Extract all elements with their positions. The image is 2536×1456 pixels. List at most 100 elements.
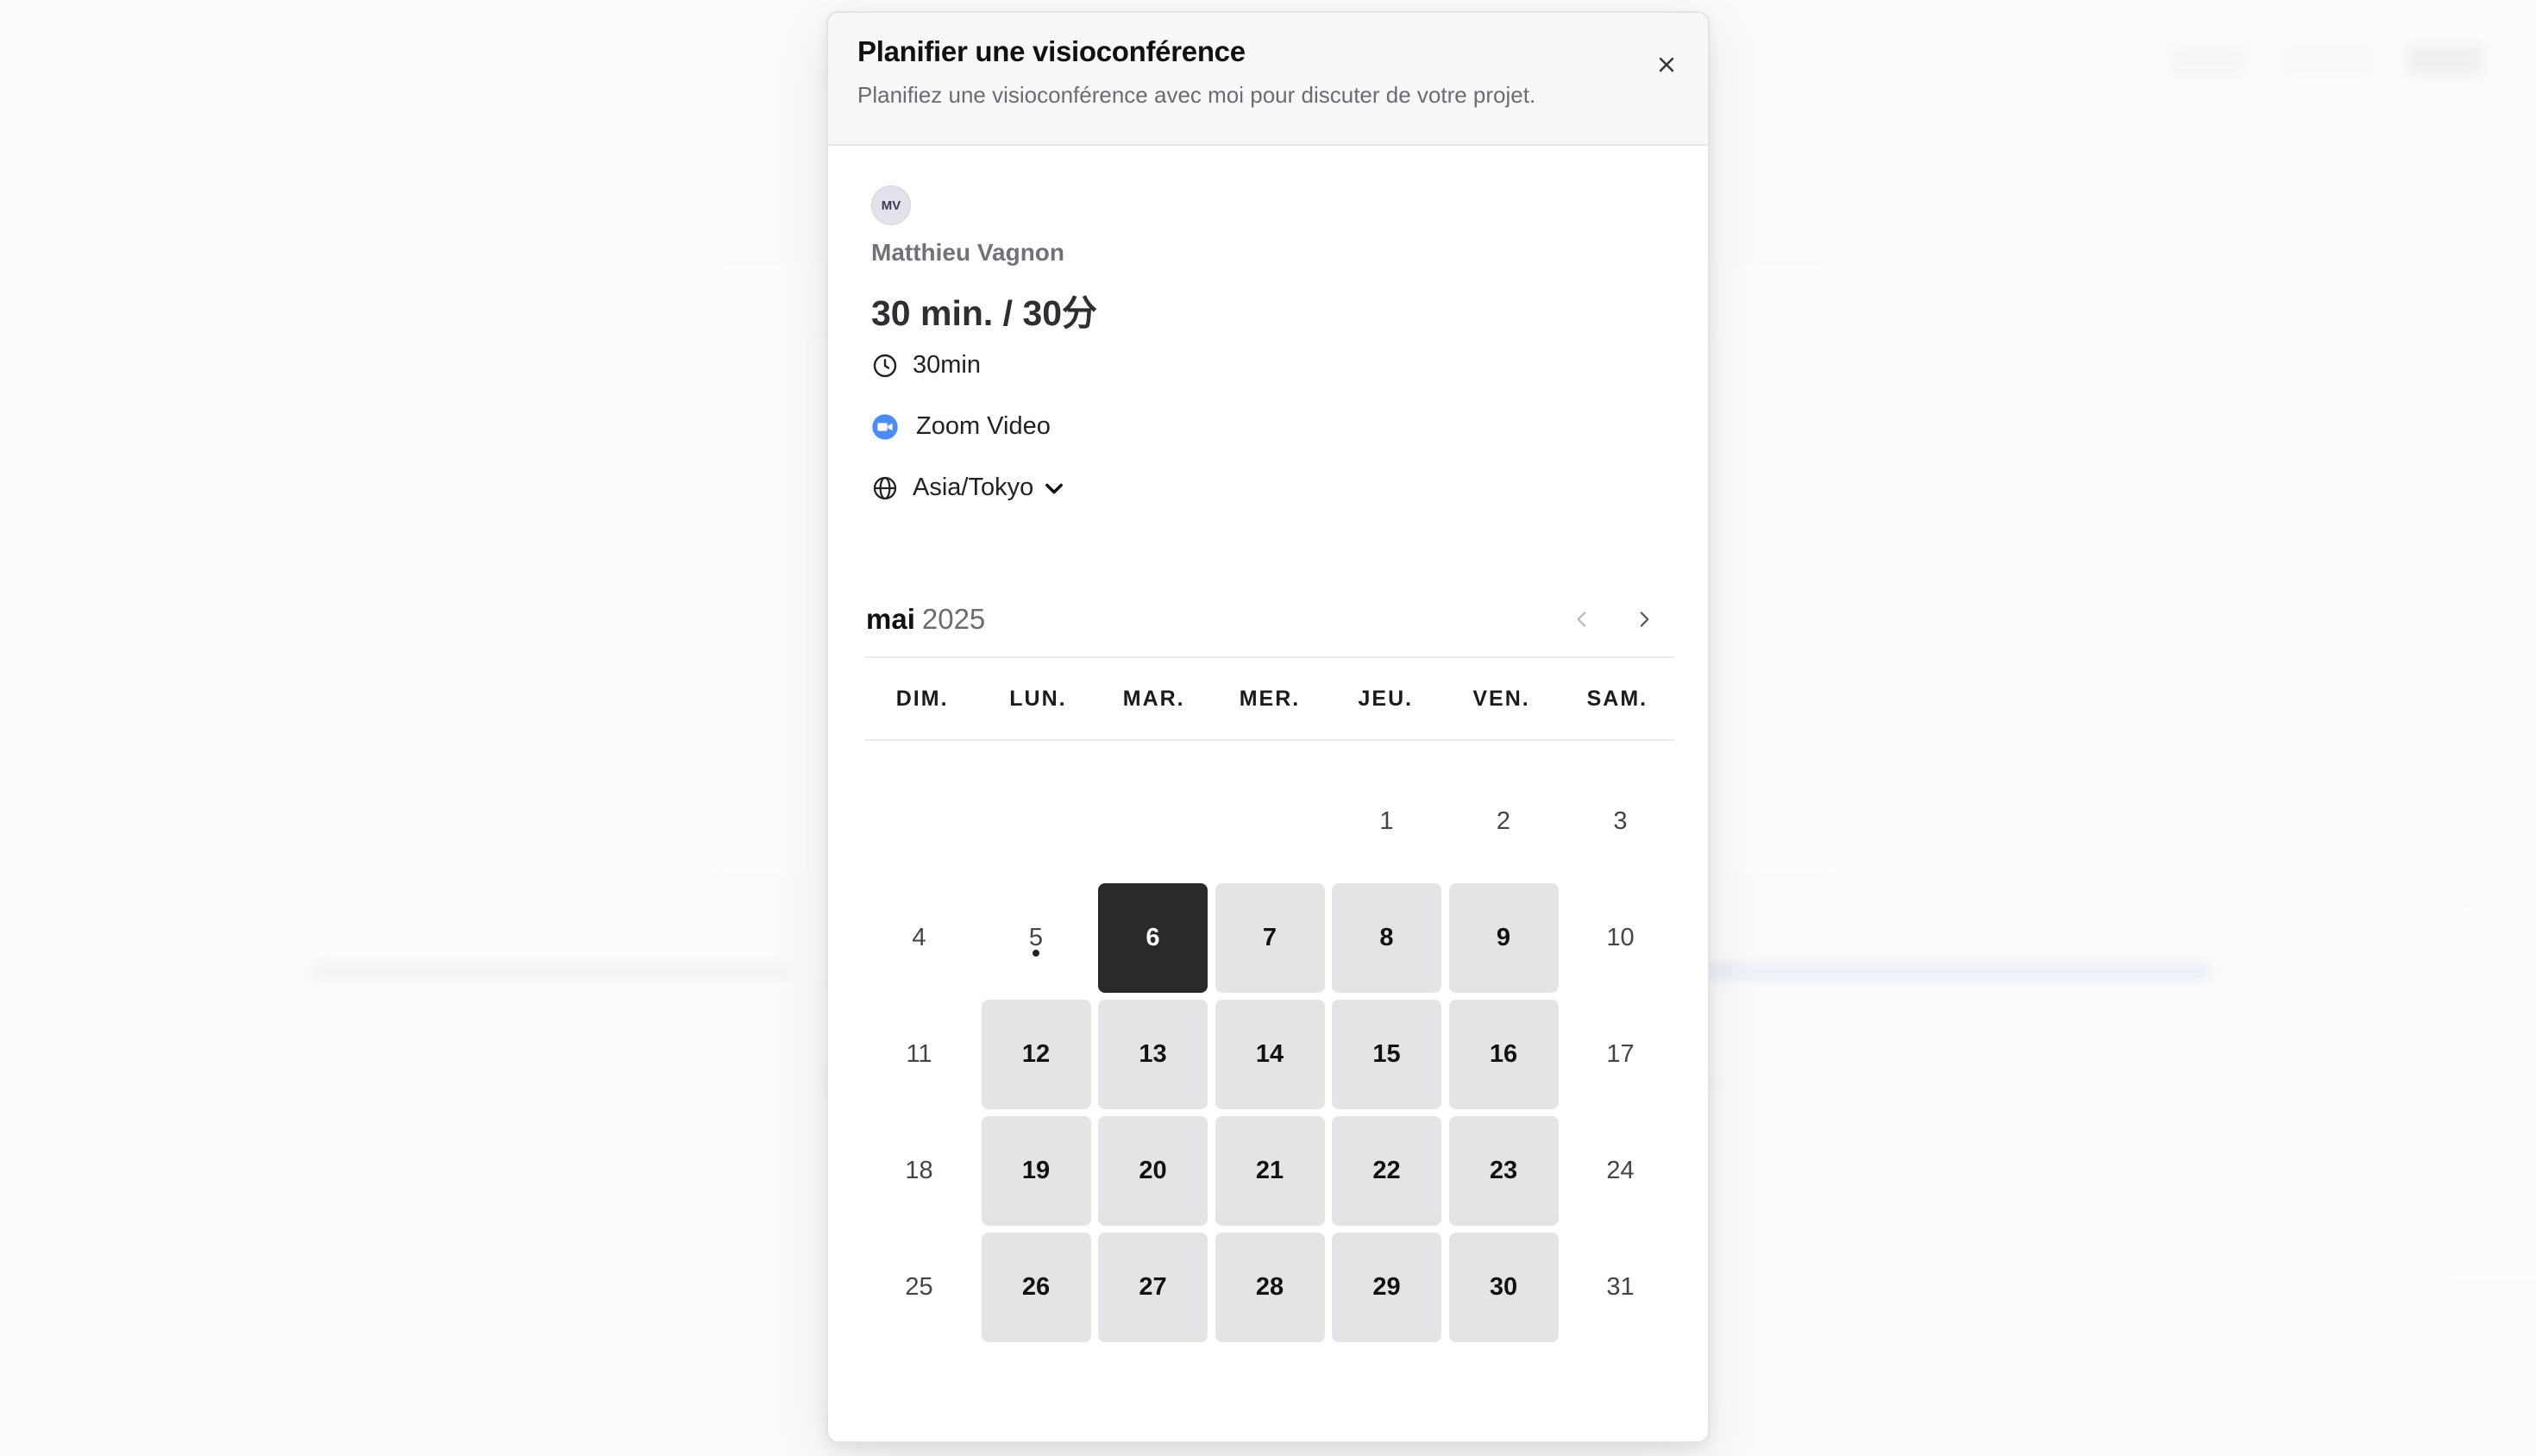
day-number: 4 — [912, 924, 926, 951]
selected-day-cell[interactable]: 6 — [1098, 883, 1208, 993]
month-label: mai — [866, 603, 915, 635]
month-year: mai 2025 — [866, 603, 985, 636]
day-number: 30 — [1489, 1273, 1518, 1301]
unavailable-day-cell: 17 — [1566, 1000, 1675, 1109]
day-number: 25 — [905, 1273, 933, 1301]
day-number: 22 — [1372, 1157, 1401, 1184]
unavailable-day-cell: 18 — [864, 1116, 974, 1226]
day-number: 29 — [1372, 1273, 1401, 1301]
day-number: 3 — [1613, 807, 1628, 835]
modal-subtitle: Planifiez une visioconférence avec moi p… — [857, 82, 1536, 108]
available-day-cell[interactable]: 30 — [1448, 1233, 1559, 1342]
available-day-cell[interactable]: 15 — [1332, 1000, 1441, 1109]
day-number: 7 — [1262, 924, 1277, 951]
unavailable-day-cell: 4 — [864, 883, 974, 993]
weekday-label: JEU. — [1358, 686, 1414, 711]
day-number: 12 — [1021, 1040, 1051, 1068]
day-number: 16 — [1489, 1040, 1518, 1068]
available-day-cell[interactable]: 8 — [1332, 883, 1441, 993]
day-number: 27 — [1139, 1273, 1167, 1301]
available-day-cell[interactable]: 23 — [1448, 1116, 1559, 1226]
available-day-cell[interactable]: 28 — [1215, 1233, 1325, 1342]
host-name: Matthieu Vagnon — [871, 239, 1064, 266]
available-day-cell[interactable]: 14 — [1215, 1000, 1325, 1109]
schedule-modal: Planifier une visioconférence Planifiez … — [826, 11, 1710, 1443]
day-number: 17 — [1606, 1040, 1635, 1068]
next-month-button[interactable] — [1630, 606, 1658, 633]
day-number: 1 — [1379, 807, 1394, 835]
available-day-cell[interactable]: 7 — [1215, 883, 1325, 993]
modal-title: Planifier une visioconférence — [857, 35, 1246, 67]
unavailable-day-cell: 10 — [1566, 883, 1675, 993]
previous-month-button[interactable] — [1568, 606, 1596, 633]
day-number: 13 — [1139, 1040, 1167, 1068]
unavailable-day-cell: 2 — [1449, 767, 1559, 876]
weekday-label: VEN. — [1472, 686, 1530, 711]
available-day-cell[interactable]: 22 — [1332, 1116, 1441, 1226]
available-day-cell[interactable]: 21 — [1215, 1116, 1325, 1226]
calendar: mai 2025 DIM. LUN. MAR. MER. JEU. VEN. SAM. 123… — [864, 582, 1675, 1342]
chevron-right-icon — [1640, 612, 1649, 627]
day-number: 6 — [1146, 924, 1160, 951]
location-row: Zoom Video — [871, 412, 1097, 441]
year-label: 2025 — [921, 603, 986, 635]
unavailable-day-cell: 11 — [864, 1000, 974, 1109]
available-day-cell[interactable]: 27 — [1098, 1233, 1208, 1342]
event-title: 30 min. / 30分 — [871, 293, 1098, 333]
day-number: 20 — [1139, 1157, 1167, 1184]
calendar-header: mai 2025 — [864, 582, 1675, 658]
day-number: 10 — [1606, 924, 1635, 951]
close-icon — [1659, 57, 1674, 72]
available-day-cell[interactable]: 9 — [1448, 883, 1559, 993]
day-number: 21 — [1255, 1157, 1284, 1184]
avatar: MV — [871, 185, 911, 225]
available-day-cell[interactable]: 13 — [1098, 1000, 1208, 1109]
available-day-cell[interactable]: 29 — [1332, 1233, 1441, 1342]
available-day-cell[interactable]: 19 — [981, 1116, 1091, 1226]
day-number: 15 — [1372, 1040, 1401, 1068]
modal-header: Planifier une visioconférence Planifiez … — [828, 13, 1708, 146]
available-day-cell[interactable]: 20 — [1098, 1116, 1208, 1226]
available-day-cell[interactable]: 12 — [981, 1000, 1091, 1109]
unavailable-day-cell: 3 — [1566, 767, 1675, 876]
chevron-down-icon — [1042, 476, 1066, 500]
month-navigation — [1568, 606, 1658, 633]
weekday-label: MAR. — [1122, 686, 1185, 711]
weekday-header: DIM. LUN. MAR. MER. JEU. VEN. SAM. — [864, 658, 1675, 741]
day-number: 26 — [1021, 1273, 1051, 1301]
weekday-label: DIM. — [895, 686, 949, 711]
unavailable-day-cell: 5 — [982, 883, 1091, 993]
available-day-cell[interactable]: 26 — [981, 1233, 1091, 1342]
day-grid: 1 2 3 4 5 6 7 8 9 10 11 12 13 14 15 16 17 18 19 20 21 22 23 24 2… — [864, 767, 1675, 1342]
day-number: 2 — [1496, 807, 1511, 835]
clock-icon — [871, 352, 899, 380]
day-number: 11 — [906, 1040, 932, 1068]
day-number: 18 — [905, 1157, 933, 1184]
zoom-video-icon — [871, 413, 899, 441]
day-number: 24 — [1606, 1157, 1635, 1184]
day-number: 5 — [1028, 924, 1044, 951]
timezone-selector[interactable]: Asia/Tokyo — [871, 474, 1097, 502]
event-profile: MV Matthieu Vagnon 30 min. / 30分 30min Z… — [871, 185, 1097, 502]
weekday-label: LUN. — [1009, 686, 1067, 711]
day-number: 9 — [1496, 924, 1511, 951]
location-label: Zoom Video — [916, 412, 1051, 440]
day-number: 23 — [1489, 1157, 1518, 1184]
unavailable-day-cell: 31 — [1566, 1233, 1675, 1342]
day-number: 8 — [1379, 924, 1394, 951]
today-indicator — [1033, 950, 1039, 957]
globe-icon — [871, 474, 899, 502]
duration-label: 30min — [913, 351, 981, 379]
weekday-label: MER. — [1239, 686, 1301, 711]
day-number: 14 — [1255, 1040, 1284, 1068]
chevron-left-icon — [1577, 612, 1586, 627]
unavailable-day-cell: 25 — [864, 1233, 974, 1342]
close-button[interactable] — [1651, 49, 1682, 80]
day-number: 31 — [1606, 1273, 1635, 1301]
available-day-cell[interactable]: 16 — [1448, 1000, 1559, 1109]
day-number: 28 — [1255, 1273, 1284, 1301]
unavailable-day-cell: 24 — [1566, 1116, 1675, 1226]
unavailable-day-cell: 1 — [1332, 767, 1441, 876]
duration-row: 30min — [871, 351, 1097, 380]
day-number: 19 — [1021, 1157, 1051, 1184]
